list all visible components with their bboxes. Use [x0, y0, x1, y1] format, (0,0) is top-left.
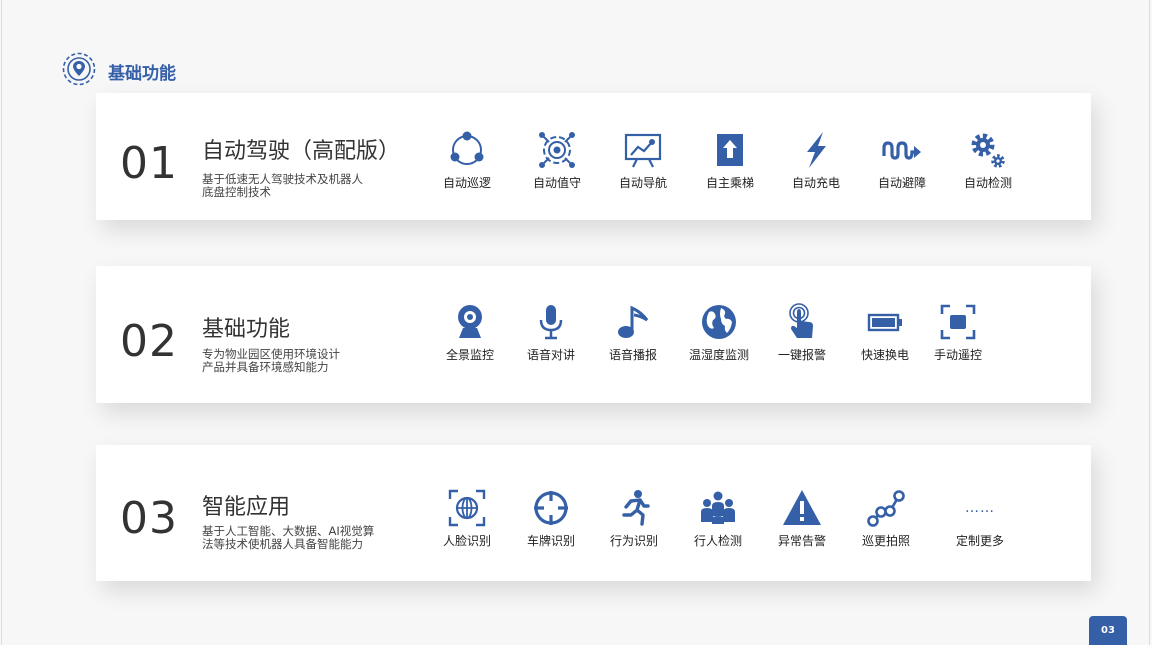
card-title: 自动驾驶（高配版）: [202, 139, 401, 164]
feature-auto-patrol: 自动巡逻: [424, 130, 510, 191]
feature-face-recognition: 人脸识别: [424, 488, 510, 549]
feature-voice-broadcast: 语音播报: [590, 302, 676, 363]
feature-auto-guard: 自动值守: [514, 130, 600, 191]
feature-label: 自主乘梯: [705, 176, 754, 190]
feature-auto-navigation: 自动导航: [600, 130, 686, 191]
feature-label: 异常告警: [777, 534, 826, 548]
section-header: 基础功能: [62, 52, 176, 90]
feature-pedestrian-detect: 行人检测: [675, 488, 761, 549]
feature-panorama-monitor: 全景监控: [427, 302, 513, 363]
people-group-icon: [701, 491, 735, 524]
section-title: 基础功能: [108, 63, 176, 84]
card-description: 基于人工智能、大数据、AI视觉算 法等技术使机器人具备智能能力: [202, 525, 412, 551]
music-note-icon: [618, 305, 649, 338]
route-points-icon: [867, 490, 905, 527]
card-number: 03: [120, 493, 178, 544]
feature-card-3: 03 智能应用 基于人工智能、大数据、AI视觉算 法等技术使机器人具备智能能力 …: [96, 445, 1091, 581]
feature-auto-charge: 自动充电: [773, 130, 859, 191]
feature-label: 行为识别: [609, 534, 658, 548]
feature-behavior-recognition: 行为识别: [591, 488, 677, 549]
feature-label: 自动充电: [791, 176, 840, 190]
card-description-line: 底盘控制技术: [202, 185, 271, 199]
card-number: 02: [120, 316, 178, 367]
feature-label: 自动避障: [877, 176, 926, 190]
feature-label: 自动巡逻: [442, 176, 491, 190]
running-person-icon: [622, 490, 650, 526]
feature-label: 自动检测: [963, 176, 1012, 190]
feature-label: 语音对讲: [526, 348, 575, 362]
touch-button-icon: [789, 303, 813, 338]
feature-label: 手动遥控: [933, 348, 982, 362]
card-description-line: 产品并具备环境感知能力: [202, 360, 329, 374]
feature-label: 温湿度监测: [688, 348, 749, 362]
feature-patrol-photo: 巡更拍照: [843, 488, 929, 549]
feature-label: 车牌识别: [526, 534, 575, 548]
feature-temp-humidity: 温湿度监测: [676, 302, 762, 363]
feature-anomaly-alarm: 异常告警: [759, 488, 845, 549]
feature-label: 定制更多: [955, 534, 1004, 548]
patrol-cycle-icon: [450, 131, 484, 165]
lightning-icon: [807, 132, 826, 168]
card-description-line: 法等技术使机器人具备智能能力: [202, 537, 363, 551]
more-dots-icon: ……: [965, 500, 995, 516]
card-title: 基础功能: [202, 317, 291, 342]
feature-label: 自动值守: [532, 176, 581, 190]
webcam-icon: [458, 305, 482, 338]
feature-label: 巡更拍照: [861, 534, 910, 548]
battery-icon: [867, 313, 902, 332]
card-description: 专为物业园区使用环境设计 产品并具备环境感知能力: [202, 348, 412, 374]
feature-one-key-alarm: 一键报警: [759, 302, 845, 363]
face-scan-icon: [448, 489, 486, 527]
gears-icon: [971, 133, 1005, 168]
feature-label: 全景监控: [445, 348, 494, 362]
elevator-icon: [717, 134, 743, 166]
feature-custom-more: …… 定制更多: [937, 488, 1023, 549]
page-number-badge: 03: [1089, 616, 1127, 645]
warning-icon: [783, 490, 821, 525]
feature-label: 语音播报: [608, 348, 657, 362]
navigation-screen-icon: [624, 133, 662, 168]
crosshair-icon: [534, 491, 568, 525]
feature-plate-recognition: 车牌识别: [508, 488, 594, 549]
microphone-icon: [539, 305, 563, 340]
card-description: 基于低速无人驾驶技术及机器人 底盘控制技术: [202, 173, 412, 199]
location-target-icon: [62, 52, 96, 90]
feature-label: 快速换电: [860, 348, 909, 362]
obstacle-avoid-icon: [882, 141, 921, 160]
feature-card-2: 02 基础功能 专为物业园区使用环境设计 产品并具备环境感知能力 全景监控 语音…: [96, 266, 1091, 403]
feature-voice-intercom: 语音对讲: [508, 302, 594, 363]
feature-card-1: 01 自动驾驶（高配版） 基于低速无人驾驶技术及机器人 底盘控制技术 自动巡逻 …: [96, 93, 1091, 220]
card-number: 01: [120, 138, 178, 189]
feature-label: 人脸识别: [442, 534, 491, 548]
feature-label: 一键报警: [777, 348, 826, 362]
feature-label: 行人检测: [693, 534, 742, 548]
feature-elevator: 自主乘梯: [687, 130, 773, 191]
guard-target-icon: [539, 132, 575, 168]
feature-manual-remote: 手动遥控: [915, 302, 1001, 363]
feature-label: 自动导航: [618, 176, 667, 190]
remote-frame-icon: [940, 304, 976, 340]
feature-obstacle-avoid: 自动避障: [859, 130, 945, 191]
globe-icon: [702, 305, 736, 339]
feature-auto-detect: 自动检测: [945, 130, 1031, 191]
card-title: 智能应用: [202, 495, 291, 520]
